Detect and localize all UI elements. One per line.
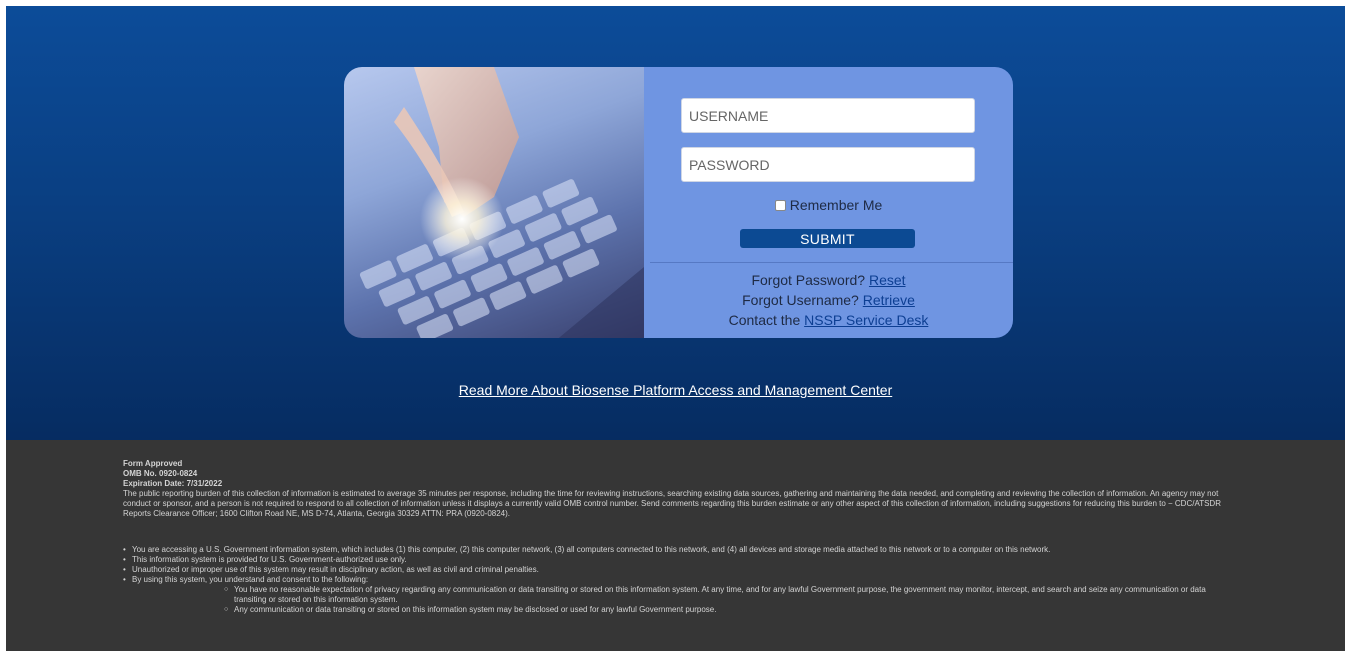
- contact-line: Contact the NSSP Service Desk: [644, 310, 1013, 330]
- expiration-date: Expiration Date: 7/31/2022: [123, 479, 223, 488]
- consent-item: Any communication or data transiting or …: [224, 605, 1233, 615]
- login-card: Remember Me SUBMIT Forgot Password? Rese…: [344, 67, 1013, 338]
- keyboard-photo: [344, 67, 644, 338]
- read-more-link[interactable]: Read More About Biosense Platform Access…: [6, 382, 1345, 398]
- password-input[interactable]: [681, 147, 975, 182]
- retrieve-username-link[interactable]: Retrieve: [863, 292, 915, 308]
- reset-password-link[interactable]: Reset: [869, 272, 906, 288]
- keyboard-illustration: [359, 67, 644, 338]
- omb-number: OMB No. 0920-0824: [123, 469, 198, 478]
- forgot-password-line: Forgot Password? Reset: [644, 270, 1013, 290]
- contact-text: Contact the: [728, 312, 805, 328]
- consent-intro: By using this system, you understand and…: [132, 575, 369, 584]
- forgot-password-text: Forgot Password?: [751, 272, 869, 288]
- notice-item: This information system is provided for …: [123, 555, 1233, 565]
- hero-section: Remember Me SUBMIT Forgot Password? Rese…: [6, 6, 1345, 440]
- remember-me-label: Remember Me: [789, 197, 883, 213]
- help-links: Forgot Password? Reset Forgot Username? …: [644, 270, 1013, 330]
- notice-item-consent: By using this system, you understand and…: [123, 575, 1233, 615]
- page: Remember Me SUBMIT Forgot Password? Rese…: [6, 6, 1345, 651]
- service-desk-link[interactable]: NSSP Service Desk: [804, 312, 928, 328]
- notice-item: You are accessing a U.S. Government info…: [123, 545, 1233, 555]
- government-notices: You are accessing a U.S. Government info…: [123, 545, 1233, 615]
- consent-list: You have no reasonable expectation of pr…: [132, 585, 1233, 615]
- consent-item: You have no reasonable expectation of pr…: [224, 585, 1233, 605]
- form-divider: [650, 262, 1013, 263]
- burden-statement: The public reporting burden of this coll…: [123, 489, 1221, 518]
- remember-me-checkbox[interactable]: [774, 199, 786, 211]
- form-approved: Form Approved: [123, 459, 183, 468]
- submit-button[interactable]: SUBMIT: [740, 229, 915, 248]
- remember-me-row[interactable]: Remember Me: [644, 196, 1013, 214]
- forgot-username-line: Forgot Username? Retrieve: [644, 290, 1013, 310]
- login-form: Remember Me SUBMIT Forgot Password? Rese…: [644, 67, 1013, 338]
- username-input[interactable]: [681, 98, 975, 133]
- paperwork-notice: Form Approved OMB No. 0920-0824 Expirati…: [123, 459, 1233, 519]
- forgot-username-text: Forgot Username?: [742, 292, 863, 308]
- notice-item: Unauthorized or improper use of this sys…: [123, 565, 1233, 575]
- footer-notice: Form Approved OMB No. 0920-0824 Expirati…: [6, 440, 1345, 651]
